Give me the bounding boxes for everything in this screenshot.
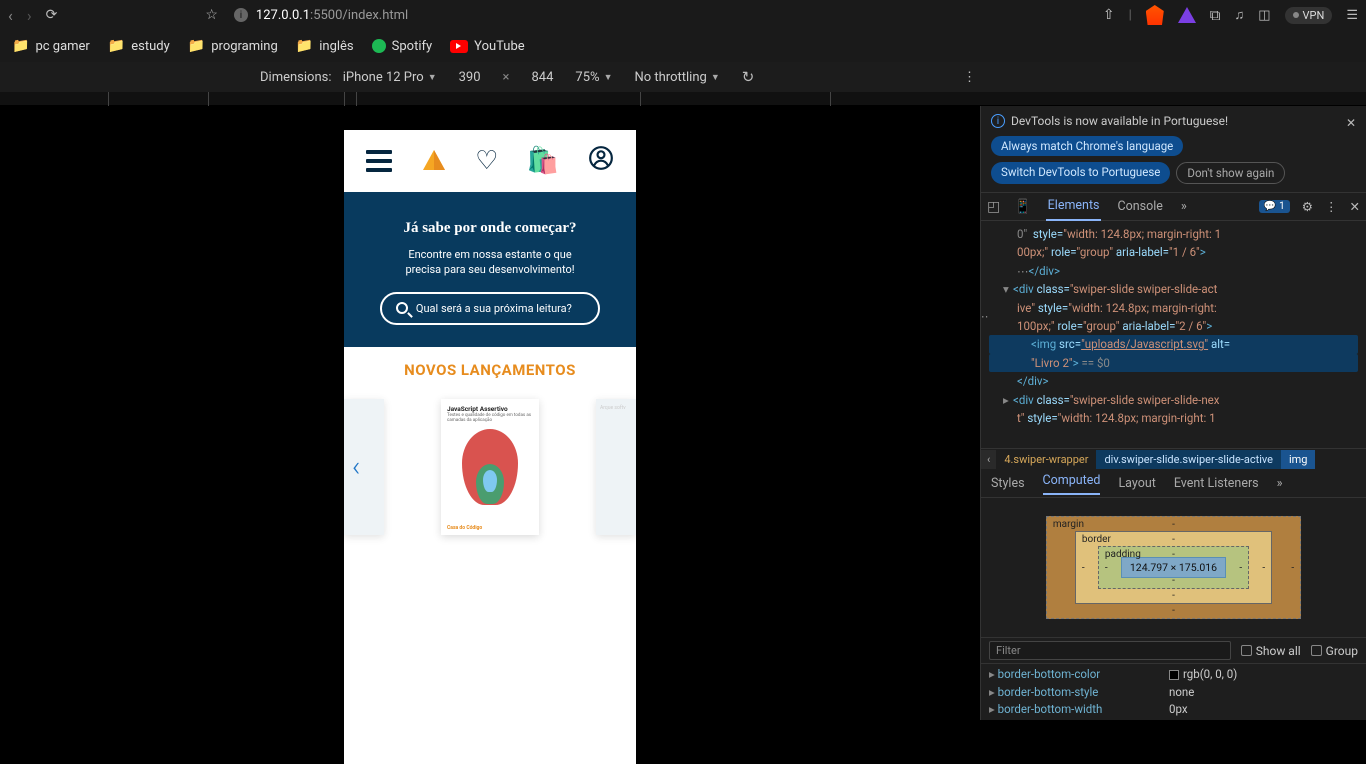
carousel: ‹ JavaScript Assertivo Testes e qualidad…	[344, 387, 636, 547]
subtab-computed[interactable]: Computed	[1043, 473, 1101, 495]
banner-text: DevTools is now available in Portuguese!	[1011, 114, 1228, 128]
elements-tree[interactable]: ⋯ 0" style="width: 124.8px; margin-right…	[981, 221, 1366, 448]
bookmark-folder[interactable]: 📁pc gamer	[12, 38, 90, 54]
menu-icon[interactable]	[366, 150, 392, 172]
book-cover-art	[462, 429, 518, 505]
subtab-layout[interactable]: Layout	[1118, 476, 1155, 491]
music-icon[interactable]: ♫	[1235, 7, 1245, 23]
book-card[interactable]: JavaScript Assertivo Testes e qualidade …	[441, 399, 539, 535]
issues-badge[interactable]: 💬 1	[1259, 200, 1290, 213]
bookmark-icon[interactable]: ☆	[205, 7, 218, 23]
vpn-button[interactable]: VPN	[1285, 7, 1333, 24]
bag-icon[interactable]: 🛍️	[527, 146, 559, 176]
subtab-styles[interactable]: Styles	[991, 476, 1025, 491]
throttle-selector[interactable]: No throttling ▼	[634, 70, 719, 85]
device-height[interactable]: 844	[532, 70, 554, 85]
device-menu-icon[interactable]: ⋮	[963, 70, 976, 85]
styles-tabs: Styles Computed Layout Event Listeners »	[981, 470, 1366, 498]
profile-icon[interactable]	[588, 145, 614, 178]
book-subtitle: Testes e qualidade de código em todas as…	[447, 413, 533, 423]
breadcrumb-item: img	[1281, 450, 1316, 469]
computed-filter-row: Filter Show all Group	[981, 638, 1366, 664]
bookmark-folder[interactable]: 📁estudy	[108, 38, 170, 54]
ruler	[0, 92, 1366, 106]
switch-language-button[interactable]: Switch DevTools to Portuguese	[991, 162, 1170, 184]
filter-input[interactable]: Filter	[989, 641, 1231, 660]
tabs-more-icon[interactable]: »	[1179, 193, 1189, 220]
browser-toolbar: ‹ › ⟳ ☆ i 127.0.0.1:5500/index.html ⇧ | …	[0, 0, 1366, 30]
search-placeholder: Qual será a sua próxima leitura?	[416, 302, 572, 315]
reload-button[interactable]: ⟳	[46, 7, 58, 23]
zoom-selector[interactable]: 75% ▼	[575, 70, 612, 85]
close-icon[interactable]: ✕	[1346, 116, 1356, 130]
computed-properties[interactable]: border-bottom-colorrgb(0, 0, 0) border-b…	[981, 664, 1366, 720]
match-language-button[interactable]: Always match Chrome's language	[991, 136, 1183, 156]
hero-title: Já sabe por onde começar?	[362, 220, 618, 237]
device-viewport: ♡ 🛍️ Já sabe por onde começar? Encontre …	[0, 106, 980, 720]
devtools-banner: i DevTools is now available in Portugues…	[981, 106, 1366, 193]
elements-breadcrumb[interactable]: ‹ 4.swiper-wrapper div.swiper-slide.swip…	[981, 448, 1366, 470]
rotate-icon[interactable]: ↻	[742, 68, 755, 86]
book-title: JavaScript Assertivo	[447, 405, 533, 413]
site-info-icon[interactable]: i	[234, 8, 248, 22]
search-input[interactable]: Qual será a sua próxima leitura?	[380, 292, 600, 325]
back-button[interactable]: ‹	[8, 6, 13, 25]
box-model[interactable]: margin --- border ---- padding ---- 124.…	[981, 498, 1366, 638]
url-host: 127.0.0.1	[256, 8, 310, 23]
carousel-prev-icon[interactable]: ‹	[352, 450, 360, 483]
device-mode-icon[interactable]: 📱	[1014, 199, 1031, 215]
subtab-events[interactable]: Event Listeners	[1174, 476, 1259, 491]
breadcrumb-item: 4.swiper-wrapper	[996, 450, 1096, 469]
menu-icon[interactable]: ☰	[1346, 8, 1358, 23]
sidebar-icon[interactable]: ◫	[1258, 8, 1270, 23]
share-icon[interactable]: ⇧	[1103, 7, 1115, 23]
nav-arrows: ‹ ›	[8, 6, 32, 25]
inspect-icon[interactable]: ◰	[987, 199, 1000, 215]
breadcrumb-item: div.swiper-slide.swiper-slide-active	[1096, 450, 1281, 469]
subtabs-more-icon[interactable]: »	[1277, 476, 1283, 491]
search-icon	[396, 302, 408, 314]
devtools-menu-icon[interactable]: ⋮	[1325, 199, 1338, 215]
favorites-icon[interactable]: ♡	[475, 146, 498, 176]
book-prev-peek	[344, 399, 384, 535]
devtools-tabs: ◰ 📱 Elements Console » 💬 1 ⚙ ⋮ ✕	[981, 193, 1366, 221]
brave-shields-icon[interactable]	[1146, 5, 1164, 25]
group-checkbox[interactable]: Group	[1311, 644, 1358, 658]
devtools-panel: i DevTools is now available in Portugues…	[980, 106, 1366, 720]
device-selector[interactable]: Dimensions: iPhone 12 Pro ▼	[260, 70, 437, 85]
dont-show-button[interactable]: Don't show again	[1176, 162, 1285, 184]
dim-sep: ×	[503, 70, 510, 85]
settings-icon[interactable]: ⚙	[1302, 199, 1313, 215]
bookmark-folder[interactable]: 📁programing	[188, 38, 278, 54]
device-width[interactable]: 390	[459, 70, 481, 85]
tab-console[interactable]: Console	[1115, 193, 1164, 220]
bookmarks-bar: 📁pc gamer 📁estudy 📁programing 📁inglês Sp…	[0, 30, 1366, 62]
app-header: ♡ 🛍️	[344, 130, 636, 192]
breadcrumb-scroll-left[interactable]: ‹	[981, 450, 996, 469]
brave-rewards-icon[interactable]	[1178, 7, 1196, 23]
book-publisher: Casa do Código	[447, 525, 482, 531]
address-bar[interactable]: i 127.0.0.1:5500/index.html	[234, 8, 408, 23]
info-icon: i	[991, 114, 1005, 128]
show-all-checkbox[interactable]: Show all	[1241, 644, 1301, 658]
phone-frame: ♡ 🛍️ Já sabe por onde começar? Encontre …	[344, 130, 636, 764]
bookmark-folder[interactable]: 📁inglês	[296, 38, 354, 54]
bookmark-spotify[interactable]: Spotify	[372, 39, 433, 54]
book-next-peek: Arque softv	[596, 399, 636, 535]
devtools-close-icon[interactable]: ✕	[1350, 199, 1360, 215]
logo-icon[interactable]	[421, 148, 447, 174]
extensions-icon[interactable]: ⧉	[1210, 6, 1221, 24]
device-toolbar: Dimensions: iPhone 12 Pro ▼ 390 × 844 75…	[0, 62, 1366, 92]
hero-text: Encontre em nossa estante o queprecisa p…	[362, 247, 618, 278]
browser-right: ⇧ | ⧉ ♫ ◫ VPN ☰	[1103, 5, 1358, 25]
tab-elements[interactable]: Elements	[1046, 192, 1102, 221]
url-path: :5500/index.html	[310, 8, 408, 23]
section-title: NOVOS LANÇAMENTOS	[344, 347, 636, 387]
bookmark-youtube[interactable]: YouTube	[450, 39, 525, 54]
forward-button[interactable]: ›	[27, 6, 32, 25]
hero-banner: Já sabe por onde começar? Encontre em no…	[344, 192, 636, 347]
